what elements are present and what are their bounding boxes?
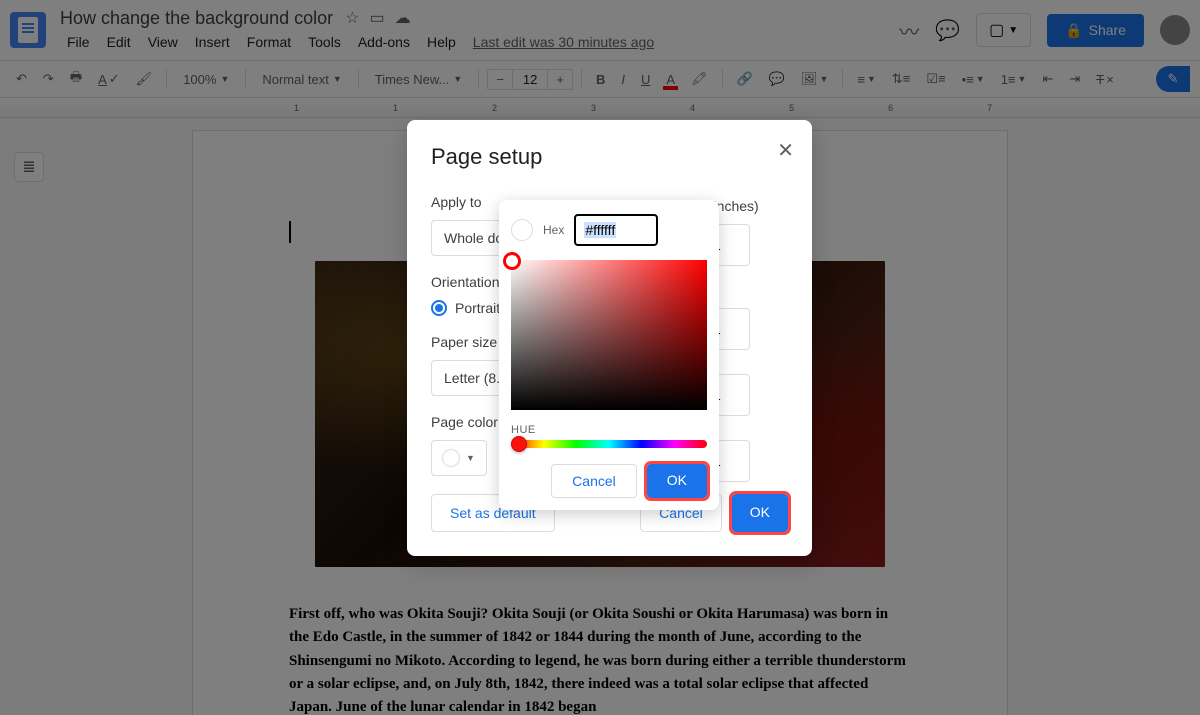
hex-input[interactable]: #ffffff	[574, 214, 658, 246]
color-picker-popover: Hex #ffffff HUE Cancel OK	[499, 200, 719, 510]
hue-handle[interactable]	[511, 436, 527, 452]
close-icon[interactable]: ✕	[777, 138, 794, 163]
saturation-value-picker[interactable]	[511, 260, 707, 410]
sv-handle[interactable]	[503, 252, 521, 270]
page-color-select[interactable]: ▼	[431, 440, 487, 476]
hex-label: Hex	[543, 223, 564, 237]
hue-slider[interactable]	[511, 440, 707, 448]
popover-ok-button[interactable]: OK	[647, 464, 707, 498]
dialog-title: Page setup	[431, 144, 788, 170]
chevron-down-icon: ▼	[466, 453, 475, 463]
hue-label: HUE	[511, 424, 707, 436]
popover-cancel-button[interactable]: Cancel	[551, 464, 637, 498]
color-preview-swatch	[511, 219, 533, 241]
dialog-ok-button[interactable]: OK	[732, 494, 788, 532]
